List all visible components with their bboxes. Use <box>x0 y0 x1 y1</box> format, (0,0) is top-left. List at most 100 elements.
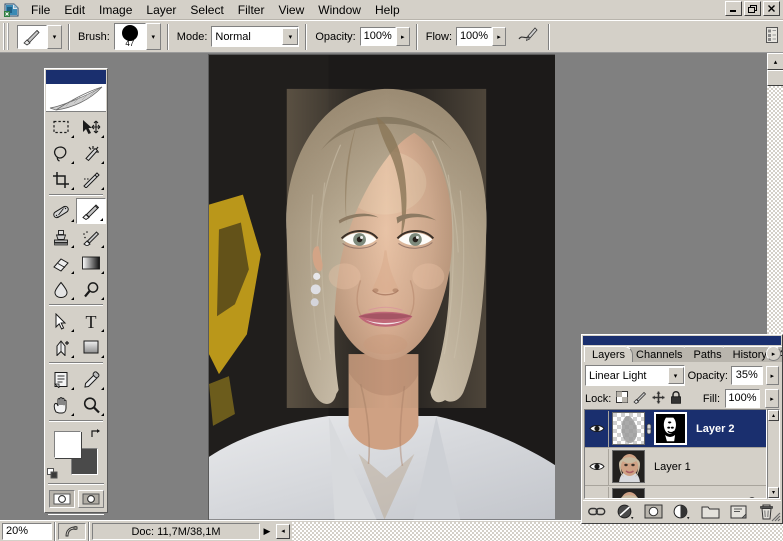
lock-transparent-pixels-icon[interactable] <box>616 391 629 406</box>
swap-colors-icon[interactable] <box>90 428 103 444</box>
restore-button[interactable] <box>744 1 761 16</box>
scroll-up-button[interactable]: ▴ <box>767 53 783 70</box>
brush-tool[interactable] <box>76 198 106 224</box>
layer-name[interactable]: Layer 2 <box>696 423 735 435</box>
blend-mode-select[interactable]: Normal ▾ <box>211 26 300 47</box>
opacity-input[interactable]: 100% <box>359 27 396 46</box>
options-bar-grip[interactable] <box>2 23 11 50</box>
menu-filter[interactable]: Filter <box>231 1 272 19</box>
zoom-tool[interactable] <box>76 392 106 418</box>
pen-tool[interactable] <box>46 334 76 360</box>
tab-paths[interactable]: Paths <box>684 346 730 362</box>
quick-mask-mode-button[interactable] <box>77 490 104 508</box>
layers-palette-titlebar[interactable] <box>583 336 781 345</box>
layer-opacity-input[interactable]: 35% <box>730 366 763 385</box>
lock-all-icon[interactable] <box>670 390 682 407</box>
dodge-tool[interactable] <box>76 276 106 302</box>
rectangular-marquee-tool[interactable] <box>46 114 76 140</box>
standard-mode-button[interactable] <box>48 490 75 508</box>
tab-layers[interactable]: Layers <box>584 346 634 362</box>
image-canvas[interactable] <box>208 54 555 520</box>
layer-blend-mode-select[interactable]: Linear Light ▾ <box>585 365 685 386</box>
layer-style-button[interactable] <box>616 503 635 521</box>
new-layer-button[interactable] <box>729 503 748 521</box>
layer-scroll-down-button[interactable]: ▾ <box>768 487 779 498</box>
healing-brush-tool[interactable] <box>46 198 76 224</box>
lock-image-pixels-icon[interactable] <box>633 391 647 407</box>
palette-menu-button[interactable]: ▸ <box>766 346 781 361</box>
add-layer-mask-button[interactable] <box>644 503 663 521</box>
menu-help[interactable]: Help <box>368 1 407 19</box>
layer-scroll-up-button[interactable]: ▴ <box>768 410 779 421</box>
flow-slider-arrow[interactable]: ▸ <box>492 27 507 46</box>
layer-visibility-toggle[interactable] <box>585 486 609 498</box>
menu-window[interactable]: Window <box>311 1 368 19</box>
table-row[interactable]: Background <box>585 486 766 500</box>
tool-preset-dropdown[interactable]: ▾ <box>47 24 62 49</box>
hand-tool[interactable] <box>46 392 76 418</box>
menu-select[interactable]: Select <box>183 1 230 19</box>
type-tool[interactable]: T <box>76 308 106 334</box>
slice-tool[interactable] <box>76 166 106 192</box>
default-colors-icon[interactable] <box>47 468 58 479</box>
scroll-thumb[interactable] <box>767 70 783 86</box>
table-row[interactable]: Layer 1 <box>585 448 766 486</box>
minimize-button[interactable] <box>725 1 742 16</box>
document-info[interactable]: Doc: 11,7M/38,1M <box>92 522 260 540</box>
path-selection-tool[interactable] <box>46 308 76 334</box>
brush-picker-dropdown[interactable]: ▾ <box>145 23 161 50</box>
tool-preset-picker[interactable] <box>17 24 47 49</box>
lasso-tool[interactable] <box>46 140 76 166</box>
menu-image[interactable]: Image <box>92 1 139 19</box>
gradient-tool[interactable] <box>76 250 106 276</box>
menu-view[interactable]: View <box>271 1 311 19</box>
brush-preview[interactable]: 47 <box>113 23 146 50</box>
opacity-slider-arrow[interactable]: ▸ <box>395 27 410 46</box>
toolbox-titlebar[interactable] <box>46 70 106 84</box>
airbrush-toggle-icon[interactable] <box>516 25 540 48</box>
chevron-down-icon[interactable]: ▾ <box>282 28 299 45</box>
rectangle-shape-tool[interactable] <box>76 334 106 360</box>
preview-thumbnail-icon[interactable] <box>58 522 86 540</box>
menu-file[interactable]: File <box>24 1 57 19</box>
fill-input[interactable]: 100% <box>725 389 760 408</box>
layer-name[interactable]: Background <box>654 499 713 500</box>
layer-thumbnail[interactable] <box>612 412 645 445</box>
lock-position-icon[interactable] <box>652 391 665 407</box>
crop-tool[interactable] <box>46 166 76 192</box>
chevron-down-icon[interactable]: ▾ <box>667 367 684 384</box>
menu-layer[interactable]: Layer <box>139 1 183 19</box>
table-row[interactable]: Layer 2 <box>585 410 766 448</box>
zoom-level-input[interactable]: 20% <box>2 522 52 540</box>
layer-mask-thumbnail[interactable] <box>654 412 687 445</box>
layer-thumbnail[interactable] <box>612 488 645 498</box>
layer-thumbnail[interactable] <box>612 450 645 483</box>
tab-channels[interactable]: Channels <box>627 346 691 362</box>
layer-list-scrollbar[interactable]: ▴ ▾ <box>767 409 780 499</box>
move-tool[interactable] <box>76 114 106 140</box>
new-group-button[interactable] <box>701 503 720 521</box>
palette-well-icon[interactable] <box>766 26 779 47</box>
eyedropper-tool[interactable] <box>76 366 106 392</box>
layer-mask-link-icon[interactable] <box>645 423 652 435</box>
fill-slider-arrow[interactable]: ▸ <box>765 389 779 408</box>
eraser-tool[interactable] <box>46 250 76 276</box>
close-button[interactable] <box>763 1 780 16</box>
clone-stamp-tool[interactable] <box>46 224 76 250</box>
layer-list[interactable]: Layer 2 Layer 1 <box>584 409 767 499</box>
layer-name[interactable]: Layer 1 <box>654 461 691 473</box>
layer-visibility-toggle[interactable] <box>585 410 609 447</box>
foreground-color-swatch[interactable] <box>54 431 81 458</box>
status-menu-arrow[interactable]: ▶ <box>260 523 274 540</box>
link-layers-button[interactable] <box>588 503 607 521</box>
new-adjustment-layer-button[interactable] <box>672 503 691 521</box>
layer-opacity-slider-arrow[interactable]: ▸ <box>765 366 779 385</box>
magic-wand-tool[interactable] <box>76 140 106 166</box>
blur-tool[interactable] <box>46 276 76 302</box>
status-scroll-left-button[interactable]: ◂ <box>276 523 290 539</box>
history-brush-tool[interactable] <box>76 224 106 250</box>
layer-visibility-toggle[interactable] <box>585 448 609 485</box>
notes-tool[interactable] <box>46 366 76 392</box>
palette-resize-grip[interactable] <box>769 510 781 522</box>
menu-edit[interactable]: Edit <box>57 1 92 19</box>
